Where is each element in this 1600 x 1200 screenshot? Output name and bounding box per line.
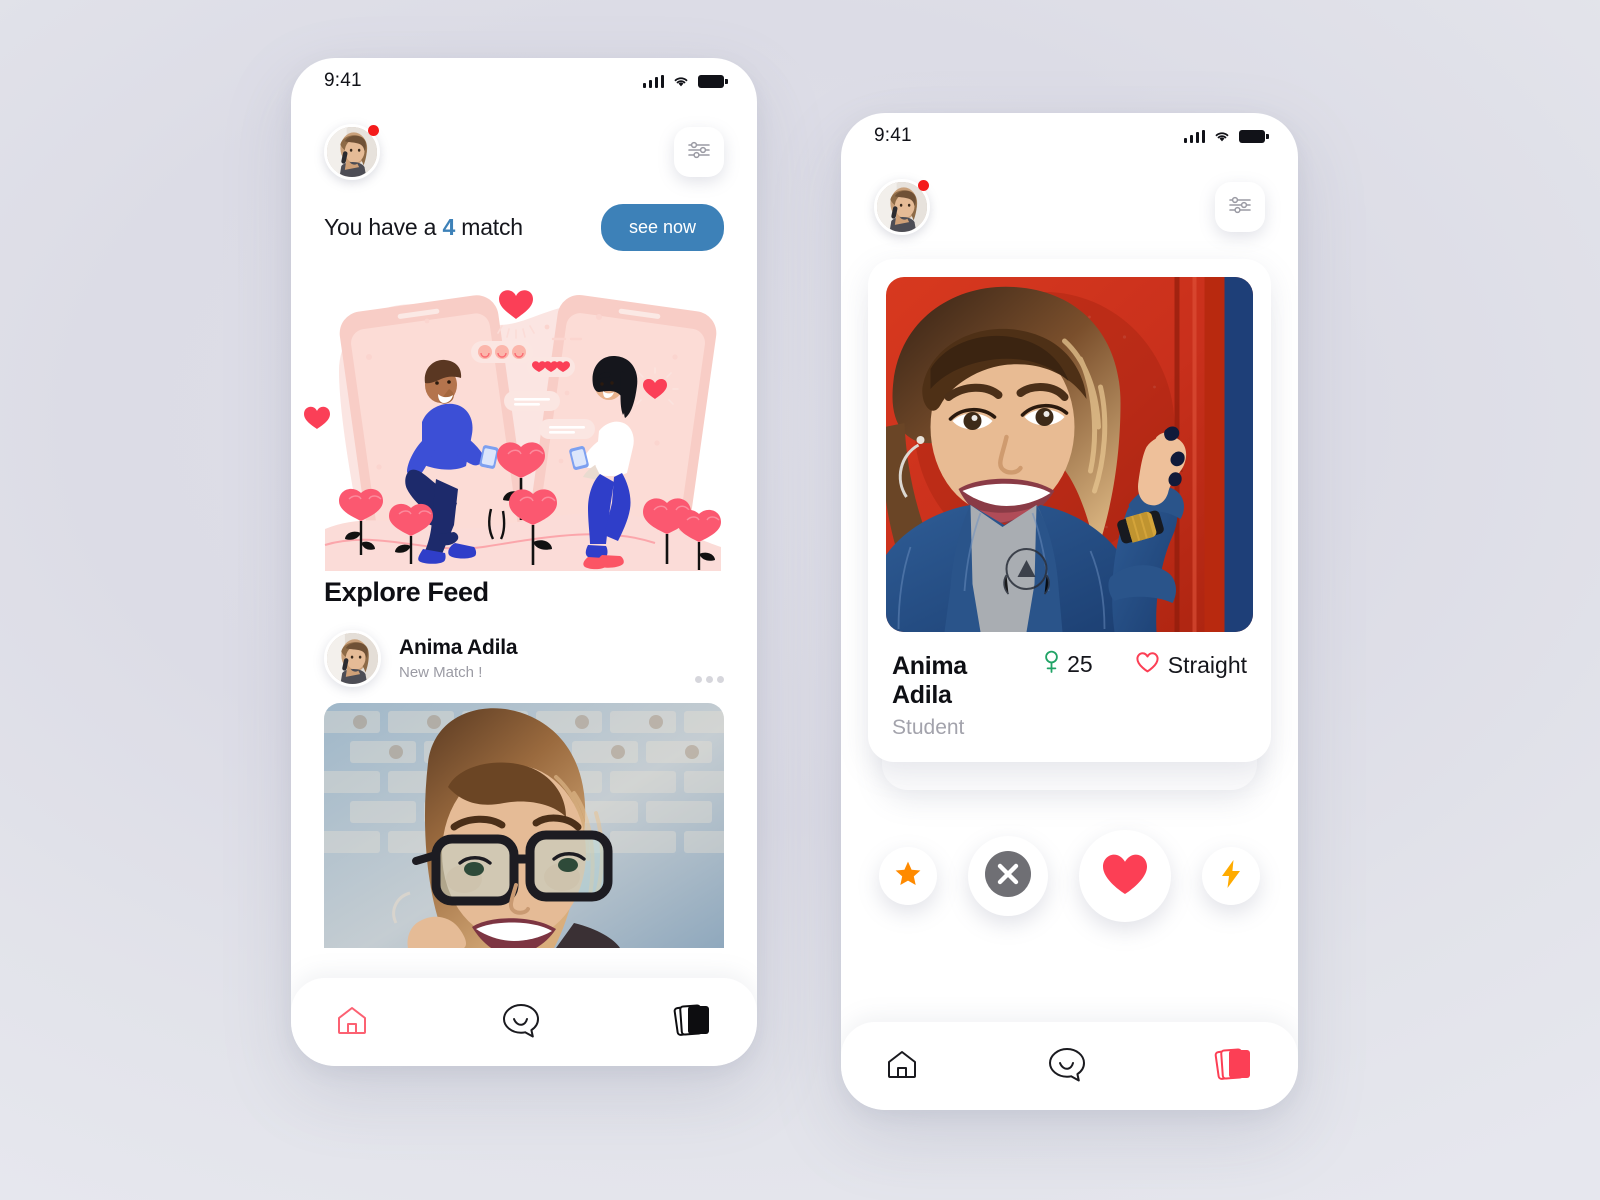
status-bar: 9:41 <box>841 113 1298 159</box>
more-horizontal-icon[interactable] <box>695 676 724 683</box>
profile-role: Student <box>892 716 965 739</box>
list-item-name: Anima Adila <box>399 636 518 659</box>
profile-orientation-chip: Straight <box>1135 651 1247 679</box>
list-item-meta: Anima Adila New Match ! <box>399 636 695 681</box>
match-banner-text: You have a 4 match <box>324 214 523 241</box>
battery-icon <box>698 74 728 88</box>
bottom-navigation <box>841 1022 1298 1110</box>
cards-stack-icon <box>1214 1046 1254 1087</box>
battery-icon <box>1239 129 1269 143</box>
list-item-status: New Match ! <box>399 664 483 681</box>
heart-filled-icon <box>1102 853 1148 900</box>
super-like-button[interactable] <box>879 847 937 905</box>
match-banner: You have a 4 match see now <box>291 204 757 251</box>
phone-screen-home: 9:41 You have a 4 match see now Explore … <box>291 58 757 1066</box>
close-circle-icon <box>985 850 1031 902</box>
dislike-button[interactable] <box>968 836 1048 916</box>
bolt-icon <box>1220 859 1242 894</box>
profile-avatar-button[interactable] <box>874 179 930 235</box>
match-prefix: You have a <box>324 214 443 240</box>
star-icon <box>894 860 922 893</box>
feed-photo[interactable] <box>324 703 724 948</box>
cellular-signal-icon <box>642 74 664 88</box>
app-header <box>841 179 1298 235</box>
filter-button[interactable] <box>1215 182 1265 232</box>
status-time: 9:41 <box>874 125 912 146</box>
nav-home-button[interactable] <box>885 1047 919 1086</box>
status-icons <box>642 74 728 88</box>
home-icon <box>885 1047 919 1086</box>
sliders-filter-icon <box>1228 195 1252 220</box>
match-count: 4 <box>442 214 456 240</box>
female-symbol-icon <box>1044 650 1059 679</box>
wifi-icon <box>672 75 690 88</box>
home-icon <box>335 1003 369 1042</box>
explore-feed-title: Explore Feed <box>324 577 489 607</box>
profile-orientation: Straight <box>1167 651 1247 678</box>
nav-cards-button[interactable] <box>1214 1046 1254 1087</box>
swipe-actions <box>841 830 1298 922</box>
bottom-navigation <box>291 978 757 1066</box>
list-item[interactable]: Anima Adila New Match ! <box>291 630 757 687</box>
filter-button[interactable] <box>674 127 724 177</box>
profile-avatar-button[interactable] <box>324 124 380 180</box>
heart-outline-icon <box>1135 651 1160 679</box>
nav-chat-button[interactable] <box>1047 1045 1087 1088</box>
status-time: 9:41 <box>324 70 362 91</box>
cellular-signal-icon <box>1183 129 1205 143</box>
profile-card-stack: Anima Adila 25 Straight Student <box>868 259 1271 790</box>
see-now-button[interactable]: see now <box>600 204 724 251</box>
nav-cards-button[interactable] <box>673 1002 713 1043</box>
cards-stack-icon <box>673 1002 713 1043</box>
profile-age: 25 <box>1067 651 1093 677</box>
notification-dot <box>368 125 379 136</box>
avatar <box>324 630 381 687</box>
profile-age-chip: 25 <box>1044 650 1093 679</box>
chat-bubble-icon <box>1047 1045 1087 1088</box>
nav-chat-button[interactable] <box>501 1001 541 1044</box>
like-button[interactable] <box>1079 830 1171 922</box>
profile-card[interactable]: Anima Adila 25 Straight Student <box>868 259 1271 762</box>
status-bar: 9:41 <box>291 58 757 104</box>
profile-photo <box>886 277 1253 632</box>
sliders-filter-icon <box>687 140 711 165</box>
match-suffix: match <box>455 214 523 240</box>
profile-info: Anima Adila 25 Straight Student <box>886 650 1253 740</box>
chat-bubble-icon <box>501 1001 541 1044</box>
status-icons <box>1183 129 1269 143</box>
app-header <box>291 124 757 180</box>
wifi-icon <box>1213 130 1231 143</box>
online-dating-couple-illustration <box>291 261 757 571</box>
notification-dot <box>918 180 929 191</box>
boost-button[interactable] <box>1202 847 1260 905</box>
phone-screen-discover: 9:41 Anima Adila 25 Straight Student <box>841 113 1298 1110</box>
profile-name: Anima Adila <box>892 652 967 709</box>
profile-primary-line: Anima Adila 25 Straight <box>892 650 1247 710</box>
nav-home-button[interactable] <box>335 1003 369 1042</box>
